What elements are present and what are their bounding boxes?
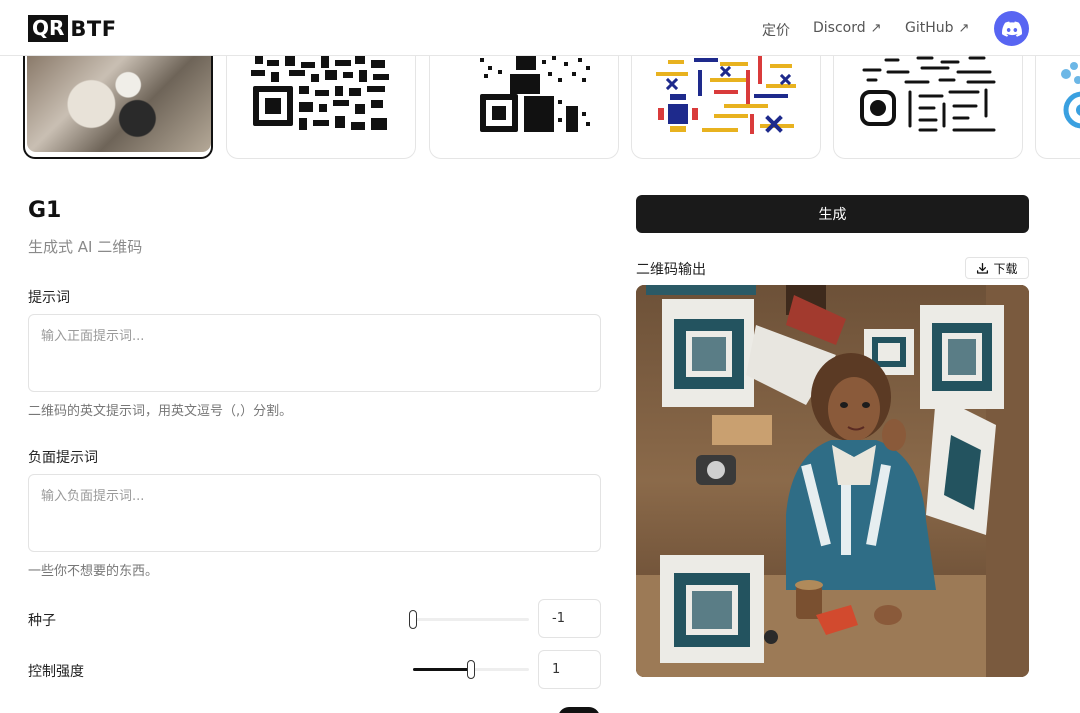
logo-qr-box: QR [28,15,69,42]
logo-text: BTF [70,16,117,41]
option-toggle[interactable] [558,707,600,713]
control-strength-label: 控制强度 [28,664,84,680]
prompt-label: 提示词 [28,290,70,306]
qr-dots-image [480,56,590,132]
qrbtf-logo[interactable]: QR BTF [28,15,117,42]
generated-qr-art [636,285,1029,677]
nav-github-link[interactable]: GitHub ↗ [905,20,969,36]
negative-prompt-input[interactable] [28,474,601,552]
download-button[interactable]: 下载 [965,257,1029,279]
gallery-card-dash-lines[interactable] [833,56,1023,159]
nav-pricing-label: 定价 [762,23,790,39]
nav-discord-link[interactable]: Discord ↗ [813,20,882,36]
gallery-card-blocks[interactable] [226,56,416,159]
qr-color-lines-image [656,56,796,134]
qr-dash-lines-image [860,56,996,132]
qr-output-label: 二维码输出 [636,262,706,278]
discord-avatar-button[interactable] [994,11,1029,46]
model-title: G1 [28,198,62,223]
control-strength-slider[interactable] [413,660,529,679]
control-strength-slider-thumb[interactable] [467,660,475,679]
qr-partial-image [1061,62,1080,129]
generate-button[interactable]: 生成 [636,195,1029,233]
seed-slider[interactable] [409,610,529,629]
seed-value-input[interactable]: -1 [538,599,601,638]
external-link-icon: ↗ [870,20,882,36]
gallery-card-g1[interactable] [23,56,213,159]
seed-slider-thumb[interactable] [409,610,417,629]
style-gallery [0,56,1080,160]
model-subtitle: 生成式 AI 二维码 [28,238,143,256]
prompt-hint: 二维码的英文提示词，用英文逗号（,）分割。 [28,404,293,419]
control-strength-value-input[interactable]: 1 [538,650,601,689]
discord-icon [1001,21,1022,37]
nav-pricing-link[interactable]: 定价 [762,20,790,40]
prompt-input[interactable] [28,314,601,392]
download-label: 下载 [993,261,1018,276]
gallery-card-color-lines[interactable] [631,56,821,159]
g1-anime-thumbnail [27,56,211,152]
nav-github-label: GitHub [905,20,954,36]
top-header: QR BTF 定价 Discord ↗ GitHub ↗ [0,0,1080,56]
negative-prompt-hint: 一些你不想要的东西。 [28,564,159,579]
seed-label: 种子 [28,613,56,629]
gallery-card-dots[interactable] [429,56,619,159]
negative-prompt-label: 负面提示词 [28,450,98,466]
qr-output-image [636,285,1029,677]
gallery-card-partial[interactable] [1035,56,1080,159]
control-strength-slider-fill [413,668,471,671]
download-icon [977,262,989,274]
nav-discord-label: Discord [813,20,866,36]
qr-blocks-image [251,56,389,130]
external-link-icon: ↗ [958,20,970,36]
